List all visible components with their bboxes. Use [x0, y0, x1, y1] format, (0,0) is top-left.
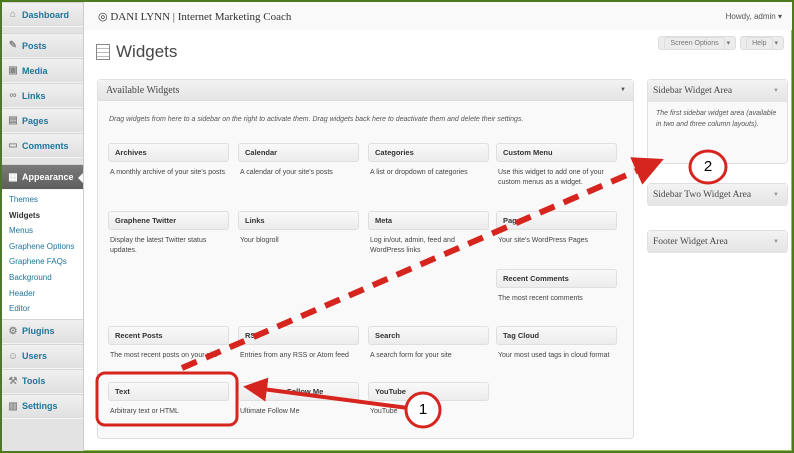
annotation-overlay [95, 149, 728, 429]
step-1-label: 1 [418, 401, 428, 418]
text-widget-highlight-box [95, 371, 239, 427]
step-2-label: 2 [703, 158, 713, 175]
step-1-arrow [243, 377, 409, 410]
step-2-dashed-arrow [180, 157, 664, 371]
